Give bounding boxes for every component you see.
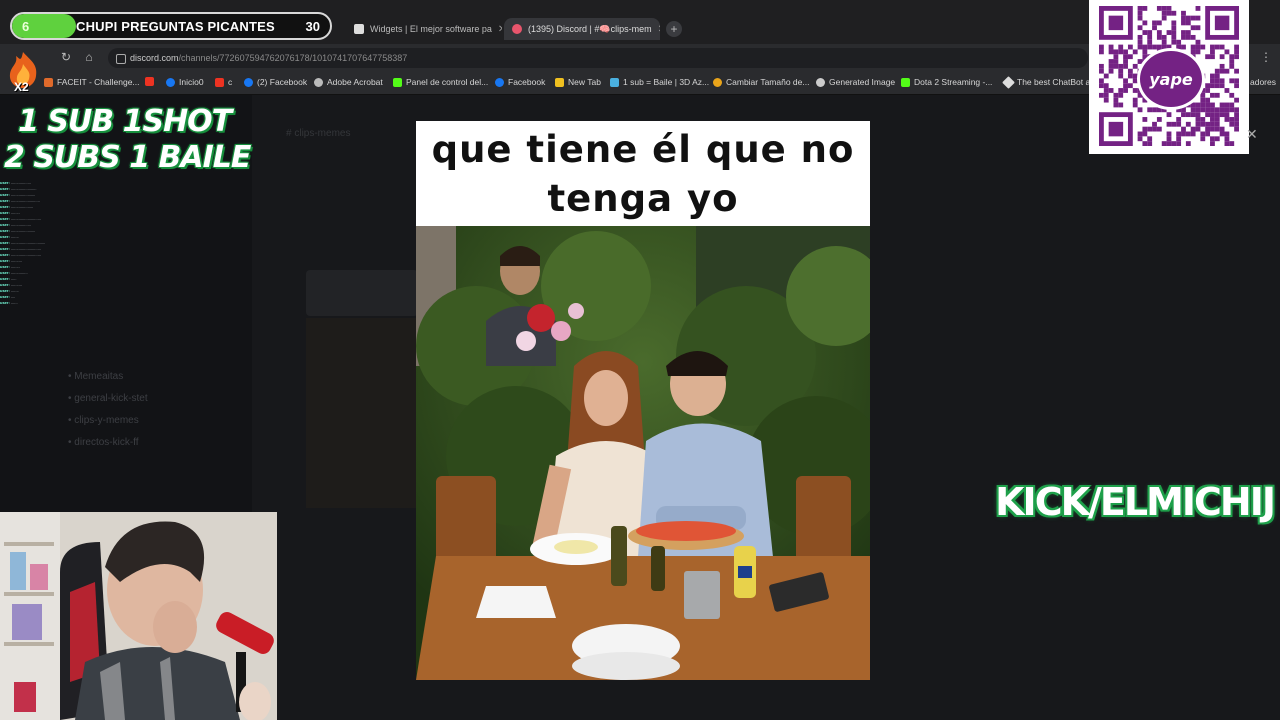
reload-icon[interactable]: ↻ (58, 50, 74, 64)
chat-message: user: .......... (0, 258, 23, 263)
meme-caption: que tiene él que no tenga yo (416, 121, 870, 226)
promo-subs-dance: 2 SUBS 1 BAILE (4, 140, 251, 175)
bolt-icon (555, 77, 564, 87)
meme-caption-line: tenga yo (547, 176, 739, 220)
meme-image-viewer[interactable]: que tiene él que no tenga yo (416, 121, 870, 680)
bookmark-item[interactable]: Inicio0 (166, 77, 204, 87)
yape-qr-code: yape (1089, 0, 1249, 154)
goal-max: 30 (305, 19, 320, 34)
chat-message: user: .......... (0, 282, 23, 287)
kick-icon (901, 77, 910, 87)
chat-message: user: ............................... (0, 240, 46, 245)
bookmark-item[interactable]: Dota 2 Streaming -... (901, 77, 992, 87)
bookmark-item[interactable]: FACEIT - Challenge... (44, 77, 140, 87)
bookmark-item[interactable]: Cambiar Tamaño de... (713, 77, 809, 87)
chat-message: user: ........ (0, 210, 20, 215)
close-tab-icon[interactable]: ✕ (652, 24, 660, 35)
bookmark-item[interactable]: New Tab (555, 77, 601, 87)
goal-current: 6 (22, 19, 30, 34)
bookmark-item[interactable]: Panel de control del... (393, 77, 488, 87)
tab-discord[interactable]: (1395) Discord | #🧠clips-mem ✕ (504, 18, 660, 40)
bookmark-item[interactable]: c (215, 77, 232, 87)
site-info-icon[interactable] (116, 54, 126, 64)
tab-widgets[interactable]: Widgets | El mejor software pa ✕ (346, 18, 502, 40)
url-domain: discord.com (130, 53, 179, 63)
channel-item[interactable]: • directos-kick-ff (68, 437, 139, 448)
webcam-feed (0, 512, 277, 720)
bookmark-item[interactable]: (2) Facebook (244, 77, 307, 87)
home-icon[interactable]: ⌂ (81, 50, 97, 64)
channel-item[interactable]: • clips-y-memes (68, 415, 139, 426)
bookmark-item[interactable] (145, 77, 158, 86)
address-bar[interactable]: discord.com/channels/772607594762076178/… (108, 48, 1088, 68)
discord-favicon-icon (512, 24, 522, 34)
channel-item[interactable]: • Memeaitas (68, 371, 123, 382)
chat-message: user: ............... (0, 270, 28, 275)
youtube-icon (145, 77, 154, 86)
chat-message: user: .......................... (0, 198, 40, 203)
meme-photo (416, 226, 870, 680)
bookmark-item[interactable]: The best ChatBot an (1002, 75, 1095, 89)
chatbot-icon (1002, 75, 1015, 89)
chat-message: user: ........ (0, 264, 20, 269)
kick-channel-label: KICK/ELMICHIJ (995, 480, 1276, 524)
browser-menu-icon[interactable]: ⋮ (1260, 50, 1272, 64)
yape-logo-text: yape (1149, 70, 1193, 89)
facebook-icon (244, 77, 253, 87)
bookmark-item[interactable]: 1 sub = Baile | 3D Az... (610, 77, 709, 87)
yape-logo: yape (1137, 48, 1205, 110)
resize-icon (713, 77, 722, 87)
youtube-icon (215, 77, 224, 87)
chat-message: user: ........................... (0, 252, 41, 257)
url-path: /channels/772607594762076178/10107417076… (178, 53, 408, 63)
globe-icon (314, 77, 323, 87)
faceit-icon (44, 77, 53, 87)
ghost-meme-card (306, 270, 418, 316)
meme-caption-line: que tiene él que no (431, 127, 855, 171)
chat-message: user: ...................... (0, 228, 36, 233)
chat-message: user: ........................... (0, 246, 41, 251)
bookmark-item[interactable]: Facebook (495, 77, 545, 87)
image-icon (816, 77, 825, 87)
bookmark-item[interactable]: Generated Image (816, 77, 895, 87)
new-tab-button[interactable]: + (666, 21, 682, 37)
facebook-icon (166, 77, 175, 87)
chat-message: user: ..... (0, 276, 17, 281)
tab-title: Widgets | El mejor software pa (370, 24, 492, 34)
tab-title: (1395) Discord | #🧠clips-mem (528, 23, 652, 34)
multiplier-badge: X2 (14, 80, 29, 94)
bookmark-favicon-icon (610, 77, 619, 87)
chat-message: user: ....... (0, 288, 19, 293)
bookmark-item[interactable]: Adobe Acrobat (314, 77, 383, 87)
promo-sub-shot: 1 SUB 1SHOT (18, 104, 232, 139)
kick-icon (393, 77, 402, 87)
chat-message: user: ....................... (0, 186, 37, 191)
channel-item[interactable]: • general-kick-stet (68, 393, 148, 404)
chat-message: user: .................... (0, 204, 34, 209)
subscriber-goal-bar: 6 CHUPI PREGUNTAS PICANTES 30 (10, 12, 332, 40)
goal-title: CHUPI PREGUNTAS PICANTES (76, 19, 275, 34)
ghost-meme-image (306, 318, 418, 508)
chat-message: user: .................. (0, 180, 31, 185)
chat-message: user: ...................... (0, 192, 36, 197)
bookmark-item[interactable]: adores (1250, 77, 1276, 87)
close-icon[interactable]: ✕ (1246, 126, 1258, 143)
facebook-icon (495, 77, 504, 87)
chat-message: user: .................. (0, 222, 31, 227)
chat-message: user: ........................... (0, 216, 41, 221)
close-tab-icon[interactable]: ✕ (492, 24, 502, 35)
chat-message: user: ...... (0, 300, 18, 305)
channel-header: # clips-memes (286, 128, 351, 139)
chat-message: user: ....... (0, 234, 19, 239)
chat-message: user: .... (0, 294, 16, 299)
widgets-favicon-icon (354, 24, 364, 34)
